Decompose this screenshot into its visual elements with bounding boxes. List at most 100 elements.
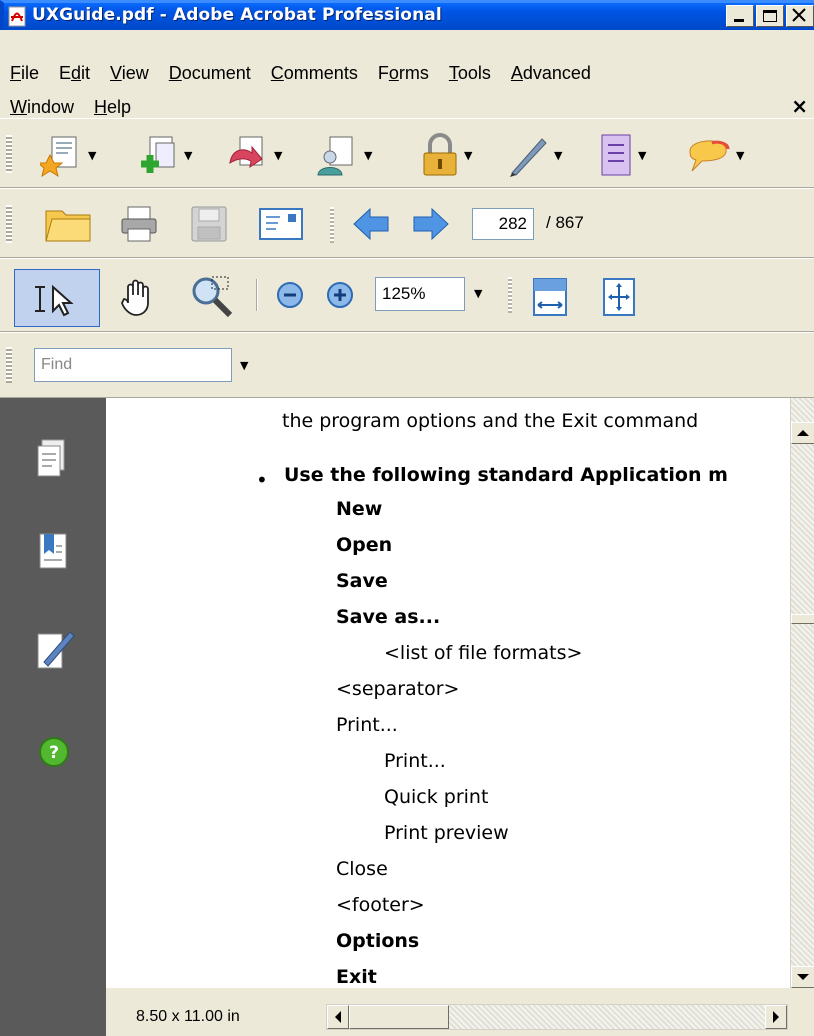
toolbar-divider <box>256 279 258 311</box>
horizontal-scrollbar[interactable] <box>326 1004 788 1030</box>
menu-label-part: iew <box>121 62 149 83</box>
menu-label-part: indow <box>27 96 75 117</box>
signatures-icon <box>37 631 75 669</box>
create-pdf-icon <box>40 136 77 177</box>
document-line: Use the following standard Application m <box>284 464 728 486</box>
print-button[interactable] <box>120 205 158 243</box>
menu-forms[interactable]: Forms <box>368 63 439 84</box>
current-page-input[interactable]: 282 <box>472 208 534 240</box>
export-button[interactable]: ▼ <box>226 133 282 177</box>
horizontal-scroll-thumb[interactable] <box>349 1005 449 1029</box>
hand-icon <box>121 279 149 316</box>
open-button[interactable] <box>44 205 92 243</box>
floppy-disk-icon <box>191 206 227 242</box>
menu-label-part: ocument <box>181 62 251 83</box>
menu-help[interactable]: Help <box>84 97 141 118</box>
fit-width-icon <box>533 278 567 316</box>
review-comment-button[interactable]: ▼ <box>684 133 744 177</box>
select-tool-button[interactable] <box>14 269 100 327</box>
window-title: UXGuide.pdf - Adobe Acrobat Professional <box>32 5 442 25</box>
find-options-button[interactable]: ▼ <box>236 359 248 372</box>
document-line: <separator> <box>336 678 460 700</box>
view-toolbar: 125% ▼ <box>0 258 814 332</box>
toolbar-grip[interactable] <box>6 205 12 243</box>
menu-advanced[interactable]: Advanced <box>501 63 601 84</box>
zoom-dropdown-button[interactable]: ▼ <box>470 287 482 300</box>
menu-label-part: omments <box>283 62 358 83</box>
menu-accelerator-letter: C <box>270 62 284 83</box>
menu-comments[interactable]: Comments <box>261 63 368 84</box>
save-button[interactable] <box>190 205 228 243</box>
menu-window[interactable]: Window <box>0 97 84 118</box>
menu-accelerator-letter: V <box>110 62 122 83</box>
menu-label-part: E <box>59 62 72 83</box>
close-icon <box>792 8 806 22</box>
zoom-marquee-button[interactable] <box>190 275 234 317</box>
fit-width-button[interactable] <box>532 277 568 317</box>
forms-button[interactable]: ▼ <box>598 133 646 177</box>
toolbar-separator <box>508 277 512 313</box>
menu-label-part: F <box>377 62 389 83</box>
document-line: Print preview <box>384 822 509 844</box>
arrow-left-icon <box>353 207 389 241</box>
menu-label-part: elp <box>107 96 132 117</box>
scroll-down-button[interactable] <box>791 966 814 988</box>
menu-label-part: dvanced <box>522 62 591 83</box>
menu-edit[interactable]: Edit <box>49 63 100 84</box>
document-close-icon[interactable]: × <box>791 94 808 118</box>
hand-tool-button[interactable] <box>118 277 158 317</box>
toolbar-grip[interactable] <box>6 347 12 383</box>
document-line: <list of file formats> <box>384 642 583 664</box>
menu-file[interactable]: File <box>0 63 49 84</box>
bookmarks-panel-button[interactable] <box>36 532 70 576</box>
fit-page-icon <box>603 278 635 316</box>
previous-view-button[interactable] <box>352 207 390 241</box>
combine-files-icon <box>141 136 175 173</box>
document-line: Print... <box>384 750 446 772</box>
start-meeting-button[interactable]: ▼ <box>316 133 372 177</box>
menu-label-part: ile <box>21 62 40 83</box>
menu-accelerator-letter: T <box>448 62 458 83</box>
chevron-down-icon: ▼ <box>240 359 249 372</box>
help-panel-button[interactable]: ? <box>38 736 70 772</box>
create-pdf-button[interactable]: ▼ <box>40 133 96 177</box>
vertical-scroll-thumb[interactable] <box>791 614 814 624</box>
document-line: New <box>336 498 383 520</box>
menu-label-part: ools <box>457 62 491 83</box>
export-icon <box>229 136 263 169</box>
toolbar-grip[interactable] <box>6 135 12 173</box>
secure-button[interactable]: ▼ <box>420 133 472 177</box>
fit-page-button[interactable] <box>602 277 636 317</box>
close-button[interactable] <box>786 5 814 27</box>
zoom-level-input[interactable]: 125% <box>375 277 465 311</box>
combine-files-button[interactable]: ▼ <box>136 133 192 177</box>
minimize-button[interactable] <box>726 5 754 27</box>
pages-panel-button[interactable] <box>36 438 70 482</box>
email-icon <box>259 208 303 240</box>
sign-button[interactable]: ▼ <box>506 133 562 177</box>
menu-view[interactable]: View <box>100 63 159 84</box>
scroll-up-button[interactable] <box>791 422 814 444</box>
svg-text:?: ? <box>49 743 59 763</box>
next-view-button[interactable] <box>412 207 450 241</box>
document-line: <footer> <box>336 894 425 916</box>
scroll-left-button[interactable] <box>327 1005 349 1029</box>
folder-open-icon <box>45 210 91 242</box>
document-line: Close <box>336 858 388 880</box>
maximize-button[interactable] <box>756 5 784 27</box>
email-button[interactable] <box>258 207 304 241</box>
signatures-panel-button[interactable] <box>36 628 76 676</box>
menu-tools[interactable]: Tools <box>439 63 501 84</box>
document-view[interactable]: • the program options and the Exit comma… <box>106 398 790 988</box>
find-input[interactable]: Find <box>34 348 232 382</box>
zoom-out-button[interactable] <box>276 281 304 309</box>
document-line: Save <box>336 570 388 592</box>
menu-document[interactable]: Document <box>159 63 261 84</box>
document-line: Exit <box>336 966 377 988</box>
menu-accelerator-letter: F <box>10 62 21 83</box>
scroll-right-button[interactable] <box>765 1005 787 1029</box>
file-navigation-toolbar: 282 / 867 <box>0 188 814 258</box>
vertical-scrollbar[interactable] <box>790 398 814 988</box>
menu-accelerator-letter: o <box>388 62 399 83</box>
zoom-in-button[interactable] <box>326 281 354 309</box>
